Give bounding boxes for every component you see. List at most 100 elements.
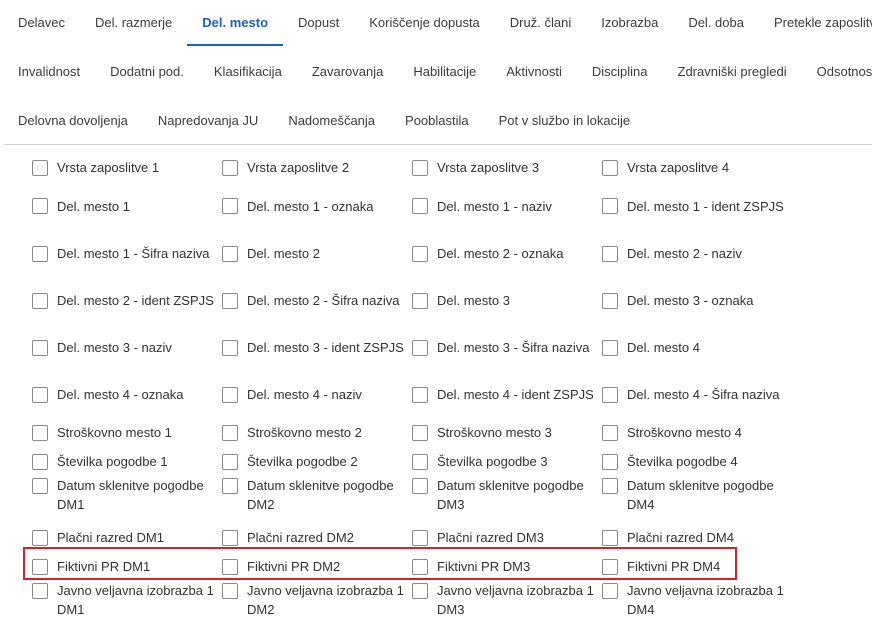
field-checkbox[interactable]	[412, 424, 428, 441]
tab-del-doba[interactable]: Del. doba	[673, 0, 759, 46]
field-checkbox[interactable]	[32, 529, 48, 546]
field-option[interactable]: Del. mesto 4 - oznaka	[32, 371, 222, 418]
field-option[interactable]: Del. mesto 3 - oznaka	[602, 277, 792, 324]
field-option[interactable]: Del. mesto 1 - ident ZSPJS	[602, 182, 792, 230]
tab-koriščenje-dopusta[interactable]: Koriščenje dopusta	[354, 0, 495, 46]
field-option[interactable]: Številka pogodbe 1	[32, 447, 222, 476]
field-checkbox[interactable]	[412, 529, 428, 546]
field-option[interactable]: Vrsta zaposlitve 4	[602, 153, 792, 182]
field-option[interactable]: Fiktivni PR DM4	[602, 552, 792, 581]
field-checkbox[interactable]	[602, 339, 618, 356]
field-checkbox[interactable]	[412, 198, 428, 214]
field-checkbox[interactable]	[222, 339, 238, 356]
field-checkbox[interactable]	[412, 453, 428, 470]
tab-invalidnost[interactable]: Invalidnost	[3, 49, 95, 95]
field-checkbox[interactable]	[32, 558, 48, 575]
tab-zavarovanja[interactable]: Zavarovanja	[297, 49, 399, 95]
field-checkbox[interactable]	[602, 245, 618, 262]
field-checkbox[interactable]	[32, 245, 48, 262]
field-option[interactable]: Vrsta zaposlitve 2	[222, 153, 412, 182]
field-checkbox[interactable]	[32, 583, 48, 599]
field-checkbox[interactable]	[222, 245, 238, 262]
field-checkbox[interactable]	[412, 558, 428, 575]
tab-del-mesto[interactable]: Del. mesto	[187, 0, 283, 46]
field-option[interactable]: Datum sklenitve pogodbe DM3	[412, 476, 602, 523]
tab-pooblastila[interactable]: Pooblastila	[390, 98, 484, 144]
field-option[interactable]: Stroškovno mesto 2	[222, 418, 412, 447]
field-checkbox[interactable]	[412, 478, 428, 494]
tab-aktivnosti[interactable]: Aktivnosti	[491, 49, 577, 95]
tab-napredovanja-ju[interactable]: Napredovanja JU	[143, 98, 273, 144]
tab-delovna-dovoljenja[interactable]: Delovna dovoljenja	[3, 98, 143, 144]
field-checkbox[interactable]	[222, 198, 238, 214]
field-option[interactable]: Plačni razred DM4	[602, 523, 792, 552]
field-option[interactable]: Številka pogodbe 2	[222, 447, 412, 476]
field-option[interactable]: Stroškovno mesto 3	[412, 418, 602, 447]
tab-nadomeščanja[interactable]: Nadomeščanja	[273, 98, 390, 144]
field-option[interactable]: Stroškovno mesto 1	[32, 418, 222, 447]
tab-zdravniški-pregledi[interactable]: Zdravniški pregledi	[663, 49, 802, 95]
field-checkbox[interactable]	[222, 159, 238, 176]
field-checkbox[interactable]	[602, 424, 618, 441]
field-checkbox[interactable]	[222, 453, 238, 470]
field-option[interactable]: Del. mesto 4 - Šifra naziva	[602, 371, 792, 418]
field-option[interactable]: Stroškovno mesto 4	[602, 418, 792, 447]
tab-dodatni-pod[interactable]: Dodatni pod.	[95, 49, 199, 95]
field-option[interactable]: Del. mesto 1 - oznaka	[222, 182, 412, 230]
field-option[interactable]: Številka pogodbe 4	[602, 447, 792, 476]
field-option[interactable]: Del. mesto 1	[32, 182, 222, 230]
field-option[interactable]: Plačni razred DM2	[222, 523, 412, 552]
tab-habilitacije[interactable]: Habilitacije	[398, 49, 491, 95]
field-option[interactable]: Del. mesto 2	[222, 230, 412, 277]
field-checkbox[interactable]	[602, 386, 618, 403]
field-option[interactable]: Javno veljavna izobrazba 1 DM4	[602, 581, 792, 628]
field-checkbox[interactable]	[412, 386, 428, 403]
tab-dopust[interactable]: Dopust	[283, 0, 354, 46]
tab-delavec[interactable]: Delavec	[3, 0, 80, 46]
field-option[interactable]: Del. mesto 1 - naziv	[412, 182, 602, 230]
field-checkbox[interactable]	[412, 159, 428, 176]
field-checkbox[interactable]	[222, 529, 238, 546]
field-option[interactable]: Datum sklenitve pogodbe DM4	[602, 476, 792, 523]
field-checkbox[interactable]	[222, 478, 238, 494]
field-option[interactable]: Javno veljavna izobrazba 1 DM3	[412, 581, 602, 628]
field-option[interactable]: Vrsta zaposlitve 3	[412, 153, 602, 182]
field-checkbox[interactable]	[32, 453, 48, 470]
field-checkbox[interactable]	[602, 583, 618, 599]
field-option[interactable]: Del. mesto 2 - ident ZSPJS	[32, 277, 222, 324]
field-option[interactable]: Del. mesto 2 - Šifra naziva	[222, 277, 412, 324]
field-option[interactable]: Del. mesto 3 - Šifra naziva	[412, 324, 602, 371]
field-option[interactable]: Del. mesto 2 - oznaka	[412, 230, 602, 277]
field-checkbox[interactable]	[222, 292, 238, 309]
tab-pretekle-zaposlitve[interactable]: Pretekle zaposlitve	[759, 0, 872, 46]
field-checkbox[interactable]	[32, 478, 48, 494]
field-option[interactable]: Fiktivni PR DM2	[222, 552, 412, 581]
tab-pot-v-službo-in-lokacije[interactable]: Pot v službo in lokacije	[484, 98, 646, 144]
tab-izobrazba[interactable]: Izobrazba	[586, 0, 673, 46]
field-checkbox[interactable]	[602, 478, 618, 494]
field-option[interactable]: Del. mesto 4 - naziv	[222, 371, 412, 418]
field-checkbox[interactable]	[222, 583, 238, 599]
tab-druž-člani[interactable]: Druž. člani	[495, 0, 586, 46]
field-checkbox[interactable]	[602, 292, 618, 309]
field-checkbox[interactable]	[222, 386, 238, 403]
field-option[interactable]: Del. mesto 3	[412, 277, 602, 324]
field-option[interactable]: Številka pogodbe 3	[412, 447, 602, 476]
field-option[interactable]: Javno veljavna izobrazba 1 DM2	[222, 581, 412, 628]
field-checkbox[interactable]	[412, 245, 428, 262]
field-option[interactable]: Del. mesto 3 - ident ZSPJS	[222, 324, 412, 371]
field-checkbox[interactable]	[222, 424, 238, 441]
tab-klasifikacija[interactable]: Klasifikacija	[199, 49, 297, 95]
field-checkbox[interactable]	[602, 558, 618, 575]
tab-disciplina[interactable]: Disciplina	[577, 49, 663, 95]
field-checkbox[interactable]	[32, 339, 48, 356]
field-option[interactable]: Del. mesto 4	[602, 324, 792, 371]
field-checkbox[interactable]	[602, 453, 618, 470]
field-checkbox[interactable]	[32, 292, 48, 309]
field-checkbox[interactable]	[222, 558, 238, 575]
field-option[interactable]: Datum sklenitve pogodbe DM1	[32, 476, 222, 523]
field-option[interactable]: Del. mesto 1 - Šifra naziva	[32, 230, 222, 277]
field-option[interactable]: Plačni razred DM1	[32, 523, 222, 552]
field-option[interactable]: Javno veljavna izobrazba 1 DM1	[32, 581, 222, 628]
field-checkbox[interactable]	[412, 292, 428, 309]
